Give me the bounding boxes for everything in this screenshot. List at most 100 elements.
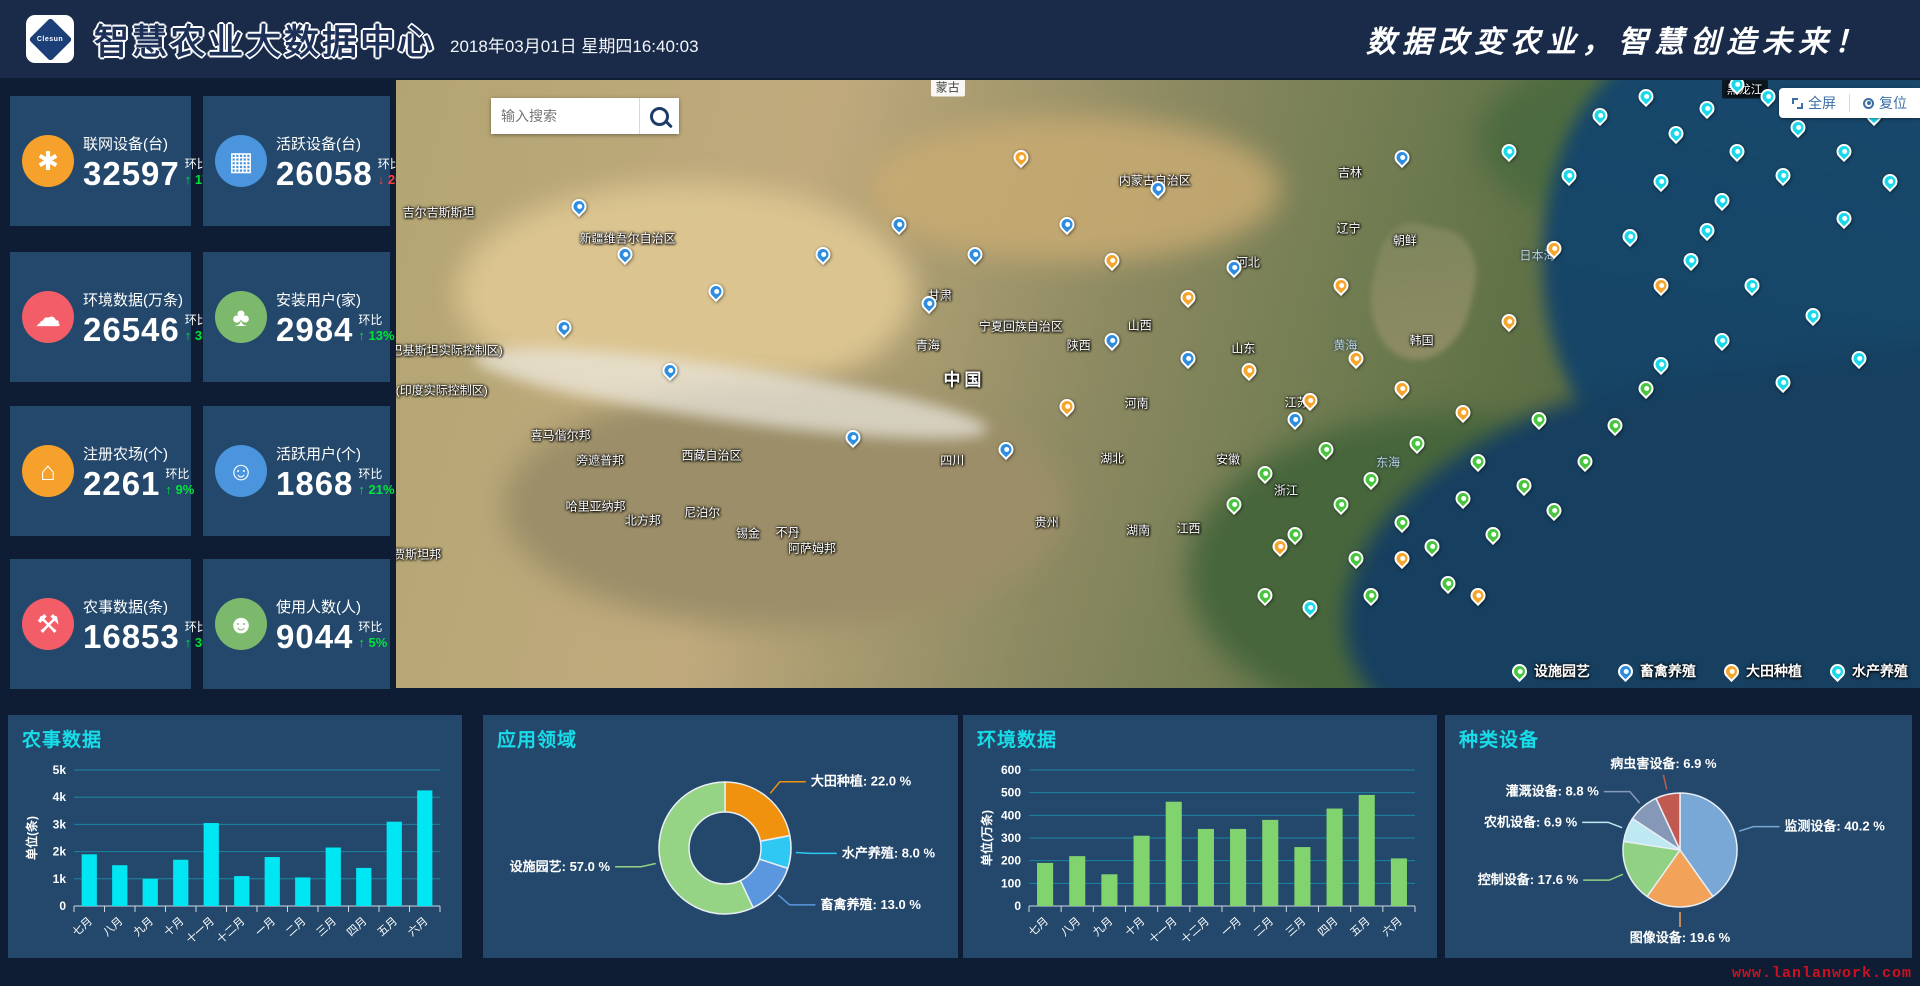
stat-label: 农事数据(条) <box>83 596 221 617</box>
svg-text:十一月: 十一月 <box>183 914 217 946</box>
compare-label: 环比 <box>358 313 394 328</box>
stat-value: 1868 <box>276 467 353 500</box>
svg-text:十二月: 十二月 <box>214 914 248 946</box>
map-place-label: 安徽 <box>1216 450 1240 467</box>
svg-text:六月: 六月 <box>405 915 430 939</box>
legend-pin-icon <box>1721 660 1742 681</box>
svg-text:三月: 三月 <box>315 915 339 939</box>
stat-card: ⌂ 注册农场(个) 2261 环比↑ 9% <box>10 406 191 536</box>
company-logo: Clesun <box>26 15 74 63</box>
svg-text:九月: 九月 <box>1090 915 1115 939</box>
map-place-label: 河南 <box>1125 394 1149 411</box>
stat-label: 使用人数(人) <box>276 596 387 617</box>
svg-text:5k: 5k <box>53 763 67 777</box>
compare-label: 环比 <box>358 620 387 635</box>
map-marker-pin[interactable] <box>1330 275 1351 296</box>
svg-text:十月: 十月 <box>1122 914 1148 939</box>
legend-label: 畜禽养殖 <box>1640 661 1696 681</box>
weather-icon: ☁ <box>22 291 74 343</box>
reset-icon <box>1863 98 1874 109</box>
map-marker-pin[interactable] <box>1285 408 1306 429</box>
svg-text:二月: 二月 <box>1252 915 1276 939</box>
svg-text:2k: 2k <box>53 845 67 859</box>
search-button[interactable] <box>639 98 679 134</box>
map-place-label: 吉林 <box>1338 163 1362 180</box>
page-title: 智慧农业大数据中心 <box>94 14 436 65</box>
farm-data-bar-chart: 01k2k3k4k5k七月八月九月十月十一月十二月一月二月三月四月五月六月单位(… <box>22 756 454 952</box>
legend-pin-icon <box>1509 660 1530 681</box>
map-place-label: 湖南 <box>1126 521 1150 538</box>
map-marker-pin[interactable] <box>1102 329 1123 350</box>
map-place-label: 山东 <box>1231 340 1255 357</box>
svg-text:监测设备: 40.2 %: 监测设备: 40.2 % <box>1784 819 1885 834</box>
svg-text:图像设备: 19.6 %: 图像设备: 19.6 % <box>1630 930 1731 945</box>
legend-pin-icon <box>1615 660 1636 681</box>
legend-item[interactable]: 畜禽养殖 <box>1618 661 1696 681</box>
legend-item[interactable]: 设施园艺 <box>1512 661 1590 681</box>
map-place-label: 锡金 <box>736 524 760 541</box>
svg-text:1k: 1k <box>53 872 67 886</box>
slogan: 数据改变农业，智慧创造未来！ <box>1366 17 1894 61</box>
search-input[interactable] <box>491 98 639 134</box>
map-place-label: 不丹 <box>776 523 800 540</box>
stat-card: ☻ 使用人数(人) 9044 环比↑ 5% <box>203 559 390 689</box>
network-icon: ✱ <box>22 135 74 187</box>
stat-label: 活跃设备(台) <box>276 133 414 154</box>
map-place-label: 朝鲜 <box>1393 231 1417 248</box>
legend-item[interactable]: 水产养殖 <box>1830 661 1908 681</box>
svg-text:六月: 六月 <box>1380 915 1405 939</box>
panel-title: 环境数据 <box>977 725 1429 752</box>
map-place-label: (巴基斯坦实际控制区) <box>396 341 503 358</box>
svg-text:200: 200 <box>1001 854 1021 868</box>
stat-delta: ↑ 5% <box>358 635 387 651</box>
svg-text:二月: 二月 <box>284 915 308 939</box>
svg-text:0: 0 <box>1014 899 1021 913</box>
map-place-label: 西藏自治区 <box>681 447 741 464</box>
svg-text:灌溉设备: 8.8 %: 灌溉设备: 8.8 % <box>1506 784 1600 799</box>
map-marker-pin[interactable] <box>1178 287 1199 308</box>
map-marker-pin[interactable] <box>1056 396 1077 417</box>
svg-text:4k: 4k <box>53 790 67 804</box>
china-satellite-map[interactable]: 蒙古内蒙古自治区黑龙江吉林辽宁朝鲜韩国日本海黄海东海河北山西山东陕西河南江苏安徽… <box>396 80 1920 688</box>
fullscreen-button[interactable]: 全屏 <box>1779 88 1849 118</box>
tools-icon: ⚒ <box>22 598 74 650</box>
svg-text:3k: 3k <box>53 817 67 831</box>
map-place-label: 湖北 <box>1100 450 1124 467</box>
map-place-label: 阿萨姆邦 <box>788 540 836 557</box>
map-place-label: 喜马偕尔邦 <box>531 427 591 444</box>
stat-value: 2261 <box>83 467 160 500</box>
map-marker-pin[interactable] <box>1391 378 1412 399</box>
svg-text:九月: 九月 <box>131 915 156 939</box>
panel-application-fields: 应用领域 大田种植: 22.0 %水产养殖: 8.0 %畜禽养殖: 13.0 %… <box>483 715 958 958</box>
map-marker-pin[interactable] <box>1239 360 1260 381</box>
map-place-label: 四川 <box>940 452 964 469</box>
presentation-icon: ▦ <box>215 135 267 187</box>
map-place-label: 辽宁 <box>1336 219 1360 236</box>
panel-title: 农事数据 <box>22 725 454 752</box>
map-place-label: 东海 <box>1376 453 1400 470</box>
stat-value: 26058 <box>276 157 373 190</box>
map-place-label: 蒙古 <box>931 80 965 97</box>
map-marker-pin[interactable] <box>1178 348 1199 369</box>
svg-text:单位(万条): 单位(万条) <box>979 810 994 866</box>
reset-button[interactable]: 复位 <box>1850 88 1920 118</box>
stat-card: ☺ 活跃用户(个) 1868 环比↑ 21% <box>203 406 390 536</box>
svg-text:畜禽养殖: 13.0 %: 畜禽养殖: 13.0 % <box>821 897 922 912</box>
panel-title: 种类设备 <box>1459 725 1904 752</box>
stat-label: 环境数据(万条) <box>83 289 221 310</box>
svg-text:大田种植: 22.0 %: 大田种植: 22.0 % <box>811 774 912 789</box>
application-donut-chart: 大田种植: 22.0 %水产养殖: 8.0 %畜禽养殖: 13.0 %设施园艺:… <box>497 756 950 952</box>
legend-label: 大田种植 <box>1746 661 1802 681</box>
svg-text:单位(条): 单位(条) <box>24 816 39 860</box>
map-place-label: 山西 <box>1128 317 1152 334</box>
map-marker-pin[interactable] <box>1391 147 1412 168</box>
house-tree-icon: ♣ <box>215 291 267 343</box>
stat-card: ♣ 安装用户(家) 2984 环比↑ 13% <box>203 252 390 382</box>
stat-value: 16853 <box>83 620 180 653</box>
legend-item[interactable]: 大田种植 <box>1724 661 1802 681</box>
users-icon: ☻ <box>215 598 267 650</box>
svg-text:八月: 八月 <box>101 915 125 939</box>
svg-text:300: 300 <box>1001 831 1021 845</box>
stat-label: 联网设备(台) <box>83 133 221 154</box>
map-marker-pin[interactable] <box>1498 311 1519 332</box>
